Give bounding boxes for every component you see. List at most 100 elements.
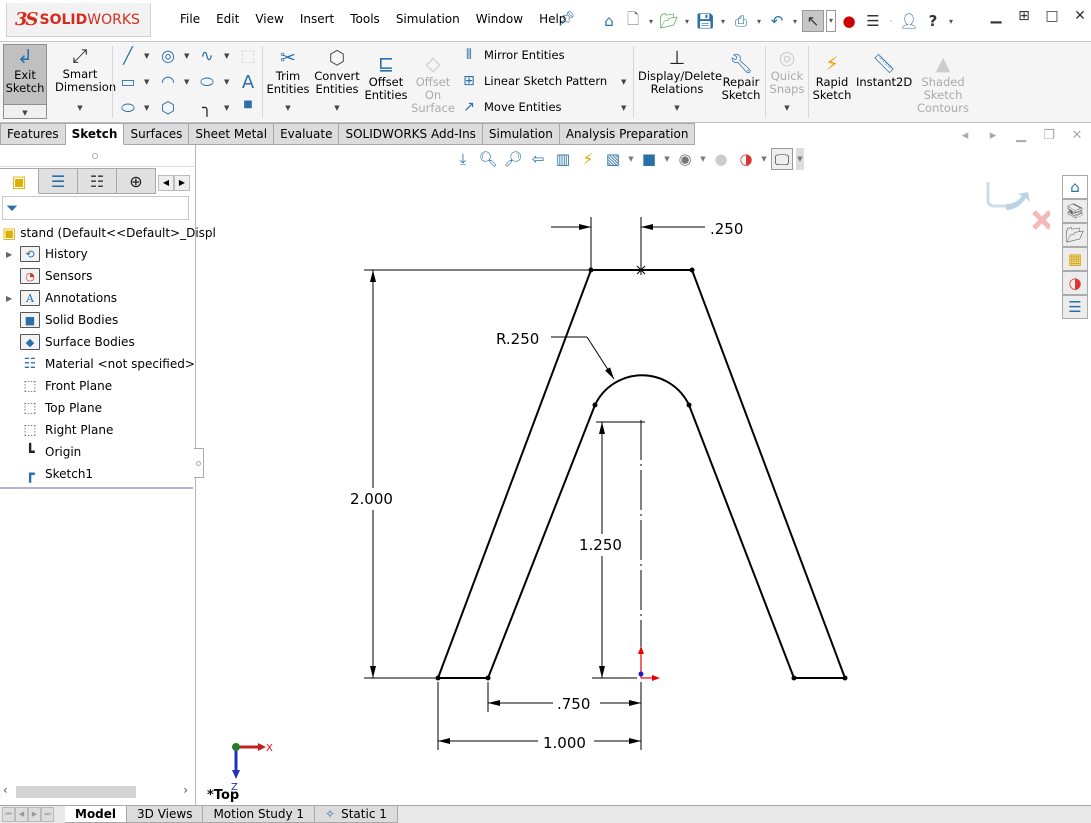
text-icon[interactable]: A: [237, 72, 259, 93]
previous-view-icon[interactable]: ⇦: [527, 148, 549, 170]
section-view-icon[interactable]: ▥: [552, 148, 574, 170]
last-tab-icon[interactable]: ⏭: [41, 807, 54, 822]
tab-sketch[interactable]: Sketch: [65, 123, 125, 145]
document-minimize-icon[interactable]: ▁: [1012, 128, 1030, 143]
convert-entities-button[interactable]: ⬡ Convert Entities ▼: [313, 46, 361, 115]
tree-item-surface-bodies[interactable]: ◆ Surface Bodies: [6, 332, 135, 352]
undo-dropdown[interactable]: ▾: [790, 17, 800, 26]
maximize-icon[interactable]: □: [1041, 8, 1063, 24]
select-dropdown[interactable]: ▾: [826, 10, 836, 32]
menu-view[interactable]: View: [247, 12, 291, 26]
circle-icon[interactable]: ◎: [157, 46, 179, 65]
close-icon[interactable]: ✕: [1069, 8, 1091, 24]
offset-on-surface-button[interactable]: ◇ Offset On Surface: [411, 52, 455, 115]
rapid-sketch-button[interactable]: ⚡︎ Rapid Sketch: [811, 52, 853, 102]
menu-file[interactable]: File: [172, 12, 208, 26]
document-restore-icon[interactable]: ❐: [1040, 128, 1058, 143]
tab-analysis-preparation[interactable]: Analysis Preparation: [559, 123, 696, 145]
tree-item-material[interactable]: ☷ Material <not specified>: [6, 354, 195, 374]
slot-icon[interactable]: ⬭: [117, 98, 139, 118]
menu-simulation[interactable]: Simulation: [388, 12, 468, 26]
apply-scene-dropdown[interactable]: ▼: [760, 155, 768, 163]
quick-snaps-button[interactable]: ◎ Quick Snaps ▼: [767, 46, 807, 115]
open-icon[interactable]: 📂︎: [658, 10, 680, 32]
menu-edit[interactable]: Edit: [208, 12, 247, 26]
tab-features[interactable]: Features: [0, 123, 66, 145]
undo-icon[interactable]: ↶: [766, 10, 788, 32]
tab-motion-study-1[interactable]: Motion Study 1: [203, 806, 316, 823]
scroll-right-icon[interactable]: ▶: [174, 175, 190, 191]
view-normal-to-icon[interactable]: ⤓: [452, 148, 474, 170]
tab-static-1[interactable]: ✧ Static 1: [315, 806, 398, 823]
user-account-icon[interactable]: 👤︎: [898, 10, 920, 32]
file-explorer-icon[interactable]: 📂︎: [1062, 223, 1088, 247]
new-document-icon[interactable]: 🗋︎: [622, 10, 644, 32]
save-icon[interactable]: 💾︎: [694, 10, 716, 32]
line-icon[interactable]: ╱: [117, 46, 139, 65]
print-icon[interactable]: ⎙: [730, 10, 752, 32]
tree-item-sketch1[interactable]: ┏ Sketch1: [6, 464, 93, 484]
design-library-icon[interactable]: 📚︎: [1062, 199, 1088, 223]
exit-sketch-confirm-icon[interactable]: [986, 182, 1030, 210]
fillet-icon[interactable]: ╮: [196, 98, 218, 117]
rectangle-dropdown[interactable]: ▼: [144, 78, 149, 86]
fillet-dropdown[interactable]: ▼: [224, 104, 229, 112]
previous-tab-icon[interactable]: ◀: [15, 807, 28, 822]
new-dropdown[interactable]: ▾: [646, 17, 656, 26]
zoom-to-area-icon[interactable]: 🔎︎: [502, 148, 524, 170]
point-icon[interactable]: ■: [237, 99, 259, 110]
circle-dropdown[interactable]: ▼: [184, 52, 189, 60]
tab-3d-views[interactable]: 3D Views: [127, 806, 204, 823]
zoom-to-fit-icon[interactable]: 🔍︎: [477, 148, 499, 170]
chevron-down-icon[interactable]: ▼: [266, 102, 310, 115]
linear-pattern-dropdown[interactable]: ▼: [621, 78, 626, 86]
help-icon[interactable]: ?: [922, 10, 944, 32]
cancel-sketch-icon[interactable]: [1032, 210, 1050, 230]
display-delete-relations-button[interactable]: ⊥ Display/Delete Relations ▼: [638, 46, 722, 115]
ellipse-dropdown[interactable]: ▼: [224, 78, 229, 86]
property-manager-tab[interactable]: ☰: [39, 168, 78, 194]
mirror-entities-button[interactable]: ⫴ Mirror Entities: [460, 47, 565, 63]
dimxpert-manager-tab[interactable]: ⊕: [117, 168, 156, 194]
rectangle-icon[interactable]: ▭: [117, 72, 139, 91]
tree-item-front-plane[interactable]: ⬚ Front Plane: [6, 376, 112, 396]
scroll-left-icon[interactable]: ◀: [158, 175, 174, 191]
previous-window-icon[interactable]: ◂: [956, 128, 974, 143]
hide-show-dropdown[interactable]: ▼: [699, 155, 707, 163]
tree-item-right-plane[interactable]: ⬚ Right Plane: [6, 420, 113, 440]
tab-evaluate[interactable]: Evaluate: [274, 123, 340, 145]
scrollbar-thumb[interactable]: [16, 786, 136, 798]
slot-dropdown[interactable]: ▼: [144, 104, 149, 112]
menu-insert[interactable]: Insert: [292, 12, 342, 26]
tile-icon[interactable]: ⊞: [1013, 8, 1035, 24]
spline-dropdown[interactable]: ▼: [224, 52, 229, 60]
horizontal-scrollbar[interactable]: ‹ ›: [0, 783, 196, 801]
chevron-down-icon[interactable]: ▼: [55, 102, 105, 115]
expand-icon[interactable]: ▶: [6, 294, 20, 303]
document-close-icon[interactable]: ✕: [1068, 128, 1086, 143]
tab-simulation[interactable]: Simulation: [482, 123, 560, 145]
next-window-icon[interactable]: ▸: [984, 128, 1002, 143]
trim-entities-button[interactable]: ✂ Trim Entities ▼: [266, 46, 310, 115]
chevron-down-icon[interactable]: ▼: [767, 102, 807, 115]
custom-properties-icon[interactable]: ☰: [1062, 295, 1088, 319]
menu-window[interactable]: Window: [468, 12, 531, 26]
apply-scene-icon[interactable]: ◑: [735, 148, 757, 170]
line-dropdown[interactable]: ▼: [144, 52, 149, 60]
solidworks-resources-home-icon[interactable]: ⌂: [1062, 175, 1088, 199]
display-style-dropdown[interactable]: ▼: [663, 155, 671, 163]
tree-item-annotations[interactable]: ▶ A Annotations: [6, 288, 117, 308]
file-properties-icon[interactable]: ☰: [862, 10, 884, 32]
home-icon[interactable]: ⌂: [598, 10, 620, 32]
tab-model[interactable]: Model: [65, 806, 128, 823]
polygon-icon[interactable]: ⬡: [157, 98, 179, 117]
dynamic-annotation-views-icon[interactable]: ⚡︎: [577, 148, 599, 170]
first-tab-icon[interactable]: ⏮: [2, 807, 15, 822]
view-orientation-icon[interactable]: ▧: [602, 148, 624, 170]
feature-manager-tab[interactable]: ▣: [0, 168, 39, 194]
minimize-icon[interactable]: ▁: [985, 8, 1007, 24]
arc-icon[interactable]: ◠: [157, 72, 179, 91]
help-dropdown[interactable]: ▾: [946, 17, 956, 26]
instant2d-button[interactable]: 📏︎ Instant2D: [856, 52, 912, 89]
tree-root-part[interactable]: ▣ stand (Default<<Default>_Displ: [2, 224, 216, 242]
